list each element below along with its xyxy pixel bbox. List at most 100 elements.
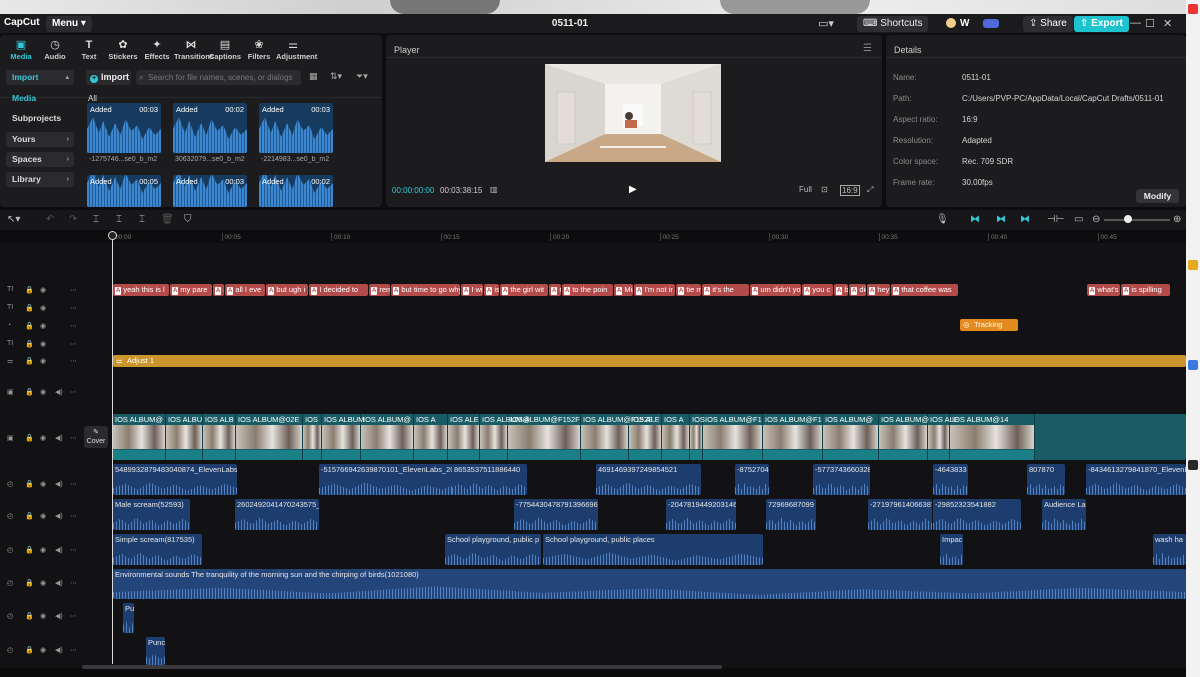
audio-clip[interactable]: 4691469397249854521 (596, 464, 701, 495)
volume-icon[interactable]: ◀) (55, 480, 63, 488)
audio-clip[interactable]: Impac (940, 534, 963, 565)
audio-clip[interactable]: -8434613279841870_ElevenLabs_20 (1086, 464, 1186, 495)
text-clip[interactable]: AI wis (461, 284, 483, 296)
video-clip[interactable]: IOS ALE (928, 414, 959, 460)
zoom-slider[interactable] (1104, 219, 1170, 221)
text-track-icon[interactable]: TI (7, 286, 13, 293)
user-account[interactable]: W (940, 16, 975, 32)
redo-icon[interactable]: ↷ (69, 214, 77, 225)
sidebar-item-library[interactable]: Library › (6, 172, 74, 187)
eye-icon[interactable]: ◉ (40, 646, 46, 654)
eye-icon[interactable]: ◉ (40, 612, 46, 620)
video-clip[interactable]: IOS ALBUM (322, 414, 364, 460)
audio-track-icon[interactable]: ◴ (7, 546, 13, 554)
volume-icon[interactable]: ◀) (55, 512, 63, 520)
sidebar-item-yours[interactable]: Yours › (6, 132, 74, 147)
eye-icon[interactable]: ◉ (40, 579, 46, 587)
video-clip[interactable]: IOS ALBUM@F152F (508, 414, 581, 460)
audio-clip[interactable]: wash ha (1153, 534, 1186, 565)
audio-clip[interactable]: -57737436603288 (813, 464, 870, 495)
lock-icon[interactable]: 🔒 (25, 512, 34, 520)
tab-adjustment[interactable]: ⚌ Adjustment (276, 39, 317, 61)
audio-clip[interactable]: Environmental sounds The tranquility of … (113, 569, 1186, 599)
lock-icon[interactable]: 🔒 (25, 357, 34, 365)
video-clip[interactable]: IOS ALBUM@F1 (703, 414, 763, 460)
volume-icon[interactable]: ◀) (55, 546, 63, 554)
audio-clip[interactable]: School playground, public p (445, 534, 541, 565)
text-clip[interactable]: Ar (549, 284, 561, 296)
text-clip[interactable]: Adid y (849, 284, 866, 296)
text-clip[interactable]: Athat coffee was (891, 284, 958, 296)
close-icon[interactable]: ✕ (1163, 17, 1172, 30)
text-clip[interactable]: Ahey (867, 284, 890, 296)
sidebar-item-import[interactable]: Import ▴ (6, 70, 74, 85)
media-thumbnail[interactable]: Added 00:02 (259, 175, 333, 207)
more-icon[interactable]: ⋯ (70, 579, 77, 587)
zoom-in-icon[interactable]: ⊕ (1173, 214, 1181, 225)
audio-clip[interactable]: Simple scream(817535) (113, 534, 202, 565)
video-clip[interactable]: IOS ALE (448, 414, 480, 460)
eye-icon[interactable]: ◉ (40, 512, 46, 520)
share-button[interactable]: ⇪ Share (1023, 16, 1073, 32)
audio-track-icon[interactable]: ◴ (7, 579, 13, 587)
media-thumbnail[interactable]: Added 00:05 (87, 175, 161, 207)
audio-clip[interactable]: Punc (146, 637, 165, 665)
filter-icon[interactable]: ⏷▾ (356, 71, 368, 82)
lock-icon[interactable]: 🔒 (25, 340, 34, 348)
video-clip[interactable]: IOS ALBUM@02E (236, 414, 303, 460)
audio-clip[interactable]: -87527044 (735, 464, 769, 495)
eye-icon[interactable]: ◉ (40, 340, 46, 348)
import-button[interactable]: + Import (86, 70, 131, 85)
text-clip[interactable]: Areme (369, 284, 390, 296)
shortcuts-button[interactable]: ⌨ Shortcuts (857, 16, 929, 32)
audio-clip[interactable]: -515766942639870101_ElevenLabs_20 (319, 464, 473, 495)
lock-icon[interactable]: 🔒 (25, 388, 34, 396)
video-preview[interactable] (545, 64, 721, 162)
lock-icon[interactable]: 🔒 (25, 286, 34, 294)
main-track-magnet-icon[interactable]: ⧓ (970, 214, 980, 225)
snapshot-icon[interactable]: ⊡ (821, 185, 828, 194)
text-clip[interactable]: AMia (614, 284, 633, 296)
video-track-icon[interactable]: ▣ (7, 434, 14, 442)
more-icon[interactable]: ⋯ (70, 612, 77, 620)
video-clip[interactable]: IOS ALBU (166, 414, 203, 460)
tab-media[interactable]: ▣ Media (4, 39, 38, 61)
text-clip[interactable]: Ato the poin (562, 284, 613, 296)
audio-clip[interactable]: 807870 (1027, 464, 1065, 495)
cover-button[interactable]: ✎ Cover (84, 426, 108, 448)
more-icon[interactable]: ⋯ (70, 304, 77, 312)
media-thumbnail[interactable]: Added 00:03 (173, 175, 247, 207)
caption-icon[interactable]: ▭ (1074, 214, 1083, 225)
video-clip[interactable]: IOS ALBUM@ (823, 414, 879, 460)
lock-icon[interactable]: 🔒 (25, 304, 34, 312)
more-icon[interactable]: ⋯ (70, 546, 77, 554)
media-thumbnail[interactable]: Added 00:02 (173, 103, 247, 153)
audio-track-icon[interactable]: ◴ (7, 646, 13, 654)
more-icon[interactable]: ⋯ (70, 388, 77, 396)
maximize-icon[interactable]: ☐ (1145, 17, 1155, 30)
lock-icon[interactable]: 🔒 (25, 434, 34, 442)
text-clip[interactable]: Abut ugh i (266, 284, 308, 296)
eye-icon[interactable]: ◉ (40, 480, 46, 488)
more-icon[interactable]: ⋯ (70, 286, 77, 294)
audio-clip[interactable]: Audience La (1042, 499, 1086, 530)
volume-icon[interactable]: ◀) (55, 579, 63, 587)
text-clip[interactable]: Abut time to go why (391, 284, 460, 296)
eye-icon[interactable]: ◉ (40, 434, 46, 442)
text-clip[interactable]: A I'm not ir (634, 284, 675, 296)
preview-axis-icon[interactable]: ⊣⊢ (1047, 214, 1064, 225)
text-clip[interactable]: Athe girl wit (500, 284, 548, 296)
tracking-clip[interactable]: ◎ Tracking (960, 319, 1018, 331)
audio-clip[interactable]: Male scream(52593) (113, 499, 190, 530)
audio-clip[interactable]: 72969687099 (766, 499, 816, 530)
tab-filters[interactable]: ❀ Filters (242, 39, 276, 61)
effect-track-icon[interactable]: ◔ (7, 322, 11, 329)
audio-clip[interactable]: School playground, public places (543, 534, 763, 565)
fullscreen-icon[interactable]: ⤢ (867, 185, 873, 195)
undo-icon[interactable]: ↶ (46, 214, 54, 225)
text-clip[interactable]: Abut (834, 284, 848, 296)
timecode-icon[interactable]: ▥ (490, 185, 498, 194)
eye-icon[interactable]: ◉ (40, 546, 46, 554)
audio-clip[interactable]: -2047819449203146 (666, 499, 736, 530)
media-thumbnail[interactable]: Added 00:03 (87, 103, 161, 153)
